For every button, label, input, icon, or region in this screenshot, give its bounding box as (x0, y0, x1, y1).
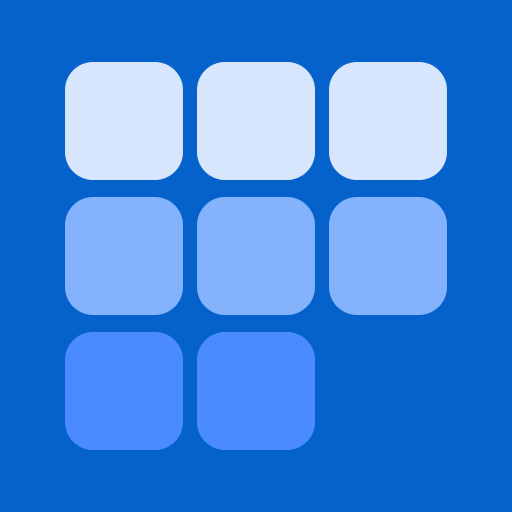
app-icon-canvas (0, 0, 512, 512)
grid-tile-row3-col1 (65, 332, 183, 450)
grid-tile-row2-col1 (65, 197, 183, 315)
grid-tile-row1-col3 (329, 62, 447, 180)
grid-tile-row2-col2 (197, 197, 315, 315)
grid-tile-row1-col1 (65, 62, 183, 180)
grid-tile-row2-col3 (329, 197, 447, 315)
grid-tile-row3-col2 (197, 332, 315, 450)
grid-tile-row1-col2 (197, 62, 315, 180)
